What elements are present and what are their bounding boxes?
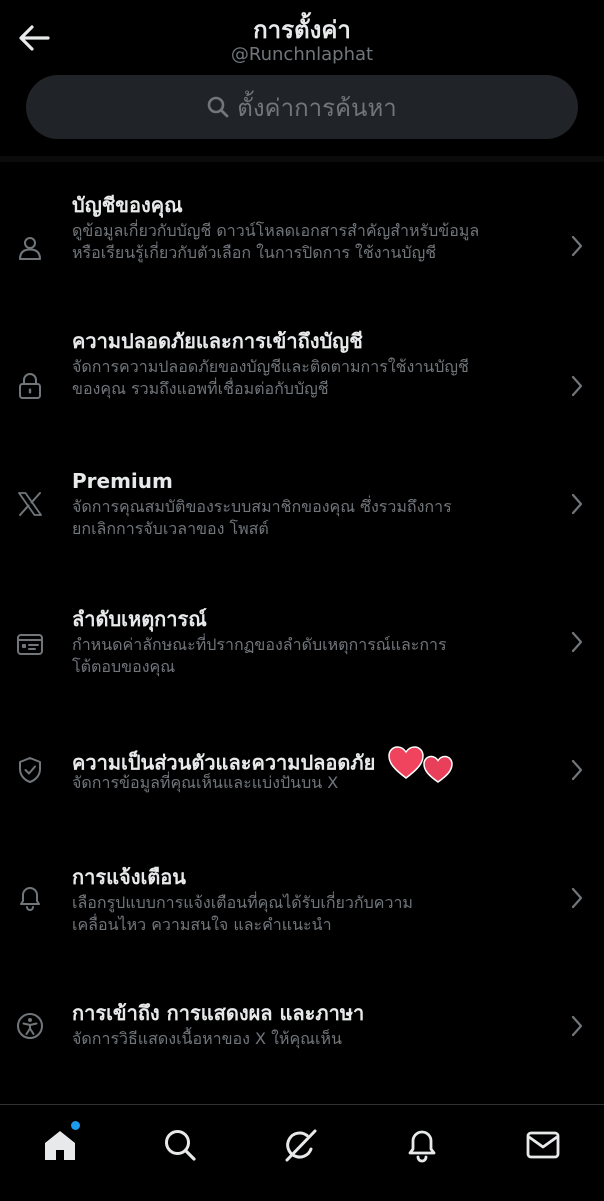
settings-item-account[interactable]: บัญชีของคุณ ดูข้อมูลเกี่ยวกับบัญชี ดาวน์… bbox=[0, 182, 604, 312]
search-settings-input[interactable]: ตั้งค่าการค้นหา bbox=[26, 75, 578, 139]
settings-item-premium[interactable]: Premium จัดการคุณสมบัติของระบบสมาชิกของค… bbox=[0, 460, 604, 590]
settings-item-desc: จัดการข้อมูลที่คุณเห็นและแบ่งปันบน X bbox=[72, 773, 339, 792]
settings-item-desc: จัดการความปลอดภัยของบัญชีและติดตามการใช้… bbox=[72, 357, 469, 398]
settings-item-privacy[interactable]: ความเป็นส่วนตัวและความปลอดภัย จัดการข้อม… bbox=[0, 736, 604, 866]
header-divider bbox=[0, 156, 604, 162]
search-placeholder: ตั้งค่าการค้นหา bbox=[237, 93, 397, 122]
chevron-right-icon bbox=[570, 886, 584, 910]
search-icon bbox=[207, 96, 229, 118]
bell-icon bbox=[16, 884, 44, 912]
accessibility-icon bbox=[16, 1012, 44, 1040]
chevron-right-icon bbox=[570, 1014, 584, 1038]
chevron-right-icon bbox=[570, 758, 584, 782]
settings-item-timeline[interactable]: ลำดับเหตุการณ์ กำหนดค่าลักษณะที่ปรากฏของ… bbox=[0, 598, 604, 728]
tab-home[interactable] bbox=[38, 1121, 82, 1167]
settings-item-title: Premium bbox=[72, 469, 173, 493]
chevron-right-icon bbox=[570, 234, 584, 258]
tab-grok[interactable] bbox=[279, 1123, 323, 1167]
search-icon bbox=[165, 1130, 196, 1161]
bell-icon bbox=[408, 1130, 436, 1163]
settings-item-desc: จัดการคุณสมบัติของระบบสมาชิกของคุณ ซึ่งร… bbox=[72, 497, 452, 538]
settings-item-title: ลำดับเหตุการณ์ bbox=[72, 607, 207, 631]
x-logo-icon bbox=[16, 490, 44, 518]
settings-item-desc: จัดการวิธีแสดงเนื้อหาของ X ให้คุณเห็น bbox=[72, 1029, 342, 1048]
settings-item-notifications[interactable]: การแจ้งเตือน เลือกรูปแบบการแจ้งเตือนที่ค… bbox=[0, 858, 604, 988]
settings-header: การตั้งค่า @Runchnlaphat ตั้งค่าการค้นหา bbox=[0, 0, 604, 156]
bottom-tab-bar bbox=[0, 1104, 604, 1201]
settings-item-title: ความปลอดภัยและการเข้าถึงบัญชี bbox=[72, 329, 363, 353]
tab-messages[interactable] bbox=[521, 1123, 565, 1167]
settings-item-security[interactable]: ความปลอดภัยและการเข้าถึงบัญชี จัดการความ… bbox=[0, 322, 604, 452]
shield-check-icon bbox=[16, 756, 44, 784]
hearts-sticker-icon bbox=[388, 746, 454, 783]
timeline-icon bbox=[16, 630, 44, 658]
grok-icon bbox=[285, 1129, 317, 1162]
settings-item-title: การเข้าถึง การแสดงผล และภาษา bbox=[72, 1001, 365, 1025]
settings-item-desc: ดูข้อมูลเกี่ยวกับบัญชี ดาวน์โหลดเอกสารสำ… bbox=[72, 221, 480, 262]
chevron-right-icon bbox=[570, 374, 584, 398]
settings-item-desc: เลือกรูปแบบการแจ้งเตือนที่คุณได้รับเกี่ย… bbox=[72, 893, 413, 934]
home-icon bbox=[45, 1131, 75, 1160]
account-handle: @Runchnlaphat bbox=[230, 44, 374, 65]
notification-dot bbox=[71, 1121, 80, 1130]
tab-notifications[interactable] bbox=[400, 1123, 444, 1167]
person-icon bbox=[16, 234, 44, 262]
settings-item-desc: กำหนดค่าลักษณะที่ปรากฏของลำดับเหตุการณ์แ… bbox=[72, 635, 447, 676]
chevron-right-icon bbox=[570, 630, 584, 654]
mail-icon bbox=[526, 1131, 560, 1159]
settings-item-title: การแจ้งเตือน bbox=[72, 865, 186, 889]
settings-item-title: บัญชีของคุณ bbox=[72, 193, 183, 217]
tab-search[interactable] bbox=[158, 1123, 202, 1167]
lock-icon bbox=[16, 372, 44, 400]
chevron-right-icon bbox=[570, 492, 584, 516]
